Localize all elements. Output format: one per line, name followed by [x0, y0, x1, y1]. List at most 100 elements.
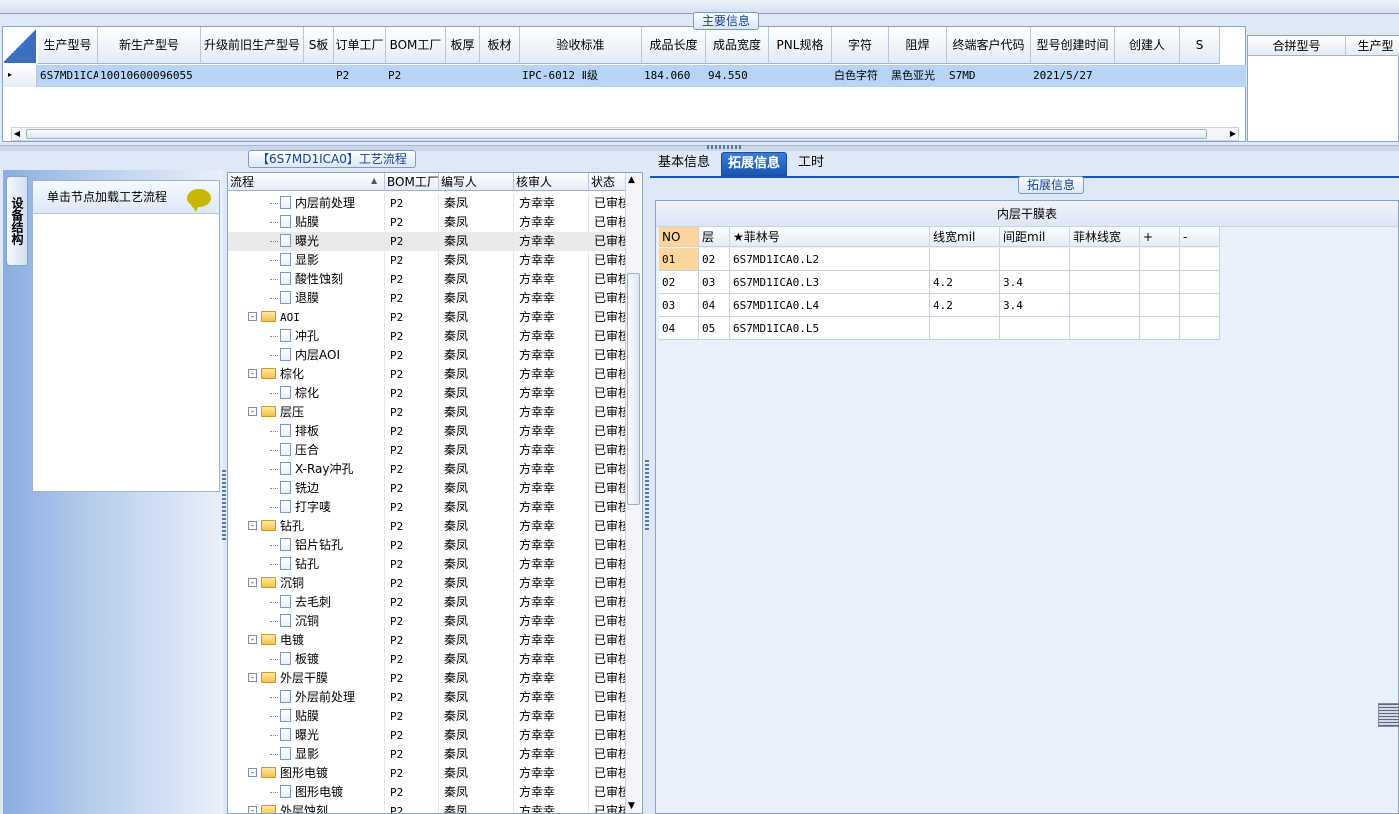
grid-cell[interactable]: 2021/5/27 — [1031, 66, 1115, 86]
grid-cell[interactable] — [201, 66, 304, 86]
film-column-header[interactable]: ★菲林号 — [730, 227, 930, 247]
tree-node[interactable]: 图形电镀 P2秦凤方幸幸已审核 — [228, 783, 626, 802]
tree-node[interactable]: - 外层干膜 P2秦凤方幸幸已审核 — [228, 669, 626, 688]
grid-cell[interactable] — [769, 66, 832, 86]
column-header[interactable]: 升级前旧生产型号 — [201, 27, 304, 64]
tree-node[interactable]: - 外层蚀刻 P2秦凤方幸幸已审核 — [228, 802, 626, 813]
horizontal-scrollbar[interactable]: ◀ ▶ — [11, 127, 1239, 141]
tab-work-hours[interactable]: 工时 — [792, 152, 830, 176]
grid-cell[interactable] — [446, 66, 480, 86]
tree-node[interactable]: - 棕化 P2秦凤方幸幸已审核 — [228, 365, 626, 384]
sort-asc-icon[interactable]: ▲ — [371, 176, 377, 185]
film-column-header[interactable]: 线宽mil — [930, 227, 1000, 247]
film-column-header[interactable]: NO — [659, 227, 699, 247]
tree-column-header[interactable]: 核审人 — [514, 173, 589, 191]
tree-node[interactable]: 铝片钻孔 P2秦凤方幸幸已审核 — [228, 536, 626, 555]
column-header[interactable]: 验收标准 — [520, 27, 642, 64]
column-header[interactable]: BOM工厂 — [386, 27, 446, 64]
grid-cell[interactable] — [1180, 66, 1220, 86]
column-header[interactable]: 字符 — [832, 27, 889, 64]
grip-icon[interactable] — [1378, 703, 1399, 727]
splitter-grip[interactable] — [707, 145, 743, 149]
film-cell[interactable] — [1140, 294, 1180, 317]
film-cell[interactable] — [1180, 294, 1220, 317]
process-tree[interactable]: 流程BOM工厂编写人核审人状态▲ 内层前处理P2秦凤方幸幸已审核贴膜P2秦凤方幸… — [227, 172, 643, 814]
film-cell[interactable]: 04 — [659, 317, 699, 340]
film-cell[interactable] — [1000, 317, 1070, 340]
left-splitter[interactable] — [222, 470, 226, 540]
tree-node[interactable]: - 沉铜 P2秦凤方幸幸已审核 — [228, 574, 626, 593]
film-cell[interactable] — [1000, 248, 1070, 271]
film-cell[interactable]: 6S7MD1ICA0.L3 — [730, 271, 930, 294]
tree-node[interactable]: - 电镀 P2秦凤方幸幸已审核 — [228, 631, 626, 650]
film-cell[interactable] — [1070, 271, 1140, 294]
merge-col-header[interactable]: 合拼型号 — [1248, 36, 1346, 56]
tree-node[interactable]: 排板 P2秦凤方幸幸已审核 — [228, 422, 626, 441]
film-cell[interactable]: 05 — [699, 317, 730, 340]
tree-scroll-thumb[interactable] — [627, 273, 640, 505]
equipment-structure-tab[interactable]: 设备结构 — [6, 176, 28, 266]
merge-col-header[interactable]: 生产型 — [1346, 36, 1399, 56]
column-header[interactable]: PNL规格 — [769, 27, 832, 64]
grid-cell[interactable]: 6S7MD1ICA0 — [38, 66, 98, 86]
tree-node[interactable]: 棕化 P2秦凤方幸幸已审核 — [228, 384, 626, 403]
tree-vertical-scrollbar[interactable]: ▲ ▼ — [625, 173, 641, 813]
film-column-header[interactable]: + — [1140, 227, 1180, 247]
film-cell[interactable] — [1140, 248, 1180, 271]
grid-cell[interactable] — [480, 66, 520, 86]
tab-basic-info[interactable]: 基本信息 — [652, 152, 716, 176]
tree-node[interactable]: 酸性蚀刻 P2秦凤方幸幸已审核 — [228, 270, 626, 289]
tree-node[interactable]: 贴膜 P2秦凤方幸幸已审核 — [228, 213, 626, 232]
film-cell[interactable] — [1180, 271, 1220, 294]
tree-node[interactable]: - 图形电镀 P2秦凤方幸幸已审核 — [228, 764, 626, 783]
column-header[interactable]: 板材 — [480, 27, 520, 64]
tree-node[interactable]: 打字唛 P2秦凤方幸幸已审核 — [228, 498, 626, 517]
splitter[interactable] — [0, 145, 1399, 151]
film-cell[interactable] — [1180, 317, 1220, 340]
tree-node[interactable]: 沉铜 P2秦凤方幸幸已审核 — [228, 612, 626, 631]
main-info-grid[interactable]: 生产型号 新生产型号 升级前旧生产型号 S板 订单工厂 BOM工厂 板厚 板材 验收标准 成品长度… — [2, 26, 1246, 142]
tree-node[interactable]: 贴膜 P2秦凤方幸幸已审核 — [228, 707, 626, 726]
row-indicator[interactable]: ▸ — [3, 65, 37, 87]
tree-node[interactable]: 外层前处理 P2秦凤方幸幸已审核 — [228, 688, 626, 707]
film-cell[interactable] — [930, 248, 1000, 271]
grid-cell[interactable]: 白色字符 — [832, 66, 889, 86]
film-cell[interactable]: 3.4 — [1000, 294, 1070, 317]
tree-node[interactable]: 内层前处理 P2秦凤方幸幸已审核 — [228, 194, 626, 213]
grid-cell[interactable]: S7MD — [947, 66, 1031, 86]
film-cell[interactable]: 04 — [699, 294, 730, 317]
collapse-icon[interactable]: - — [248, 768, 257, 777]
tree-column-header[interactable]: 编写人 — [439, 173, 514, 191]
column-header[interactable]: 新生产型号 — [98, 27, 201, 64]
hint-bar[interactable]: 单击节点加载工艺流程 — [33, 181, 219, 214]
scroll-up-arrow-icon[interactable]: ▲ — [628, 175, 635, 185]
film-cell[interactable] — [930, 317, 1000, 340]
column-header[interactable]: 订单工厂 — [334, 27, 386, 64]
column-header[interactable]: 板厚 — [446, 27, 480, 64]
tree-node[interactable]: - 层压 P2秦凤方幸幸已审核 — [228, 403, 626, 422]
tree-node[interactable]: 内层AOI P2秦凤方幸幸已审核 — [228, 346, 626, 365]
film-cell[interactable] — [1070, 294, 1140, 317]
merge-grid[interactable]: 合拼型号 生产型 — [1247, 35, 1399, 142]
film-cell[interactable]: 4.2 — [930, 271, 1000, 294]
film-cell[interactable] — [1140, 317, 1180, 340]
mid-splitter[interactable] — [645, 460, 649, 530]
tree-node[interactable]: 压合 P2秦凤方幸幸已审核 — [228, 441, 626, 460]
collapse-icon[interactable]: - — [248, 312, 257, 321]
column-header[interactable]: 型号创建时间 — [1031, 27, 1115, 64]
column-header[interactable]: 生产型号 — [38, 27, 98, 64]
collapse-icon[interactable]: - — [248, 369, 257, 378]
film-cell[interactable]: 6S7MD1ICA0.L2 — [730, 248, 930, 271]
scroll-thumb[interactable] — [26, 129, 1207, 139]
film-column-header[interactable]: 间距mil — [1000, 227, 1070, 247]
film-cell[interactable] — [1180, 248, 1220, 271]
film-cell[interactable]: 4.2 — [930, 294, 1000, 317]
grid-cell[interactable]: P2 — [334, 66, 386, 86]
tree-node[interactable]: 退膜 P2秦凤方幸幸已审核 — [228, 289, 626, 308]
tree-column-header[interactable]: BOM工厂 — [385, 173, 439, 191]
grid-cell[interactable]: 94.550 — [706, 66, 769, 86]
grid-cell[interactable] — [304, 66, 334, 86]
scroll-right-arrow-icon[interactable]: ▶ — [1228, 128, 1238, 140]
tree-node[interactable]: 曝光 P2秦凤方幸幸已审核 — [228, 726, 626, 745]
tree-node[interactable]: 板镀 P2秦凤方幸幸已审核 — [228, 650, 626, 669]
